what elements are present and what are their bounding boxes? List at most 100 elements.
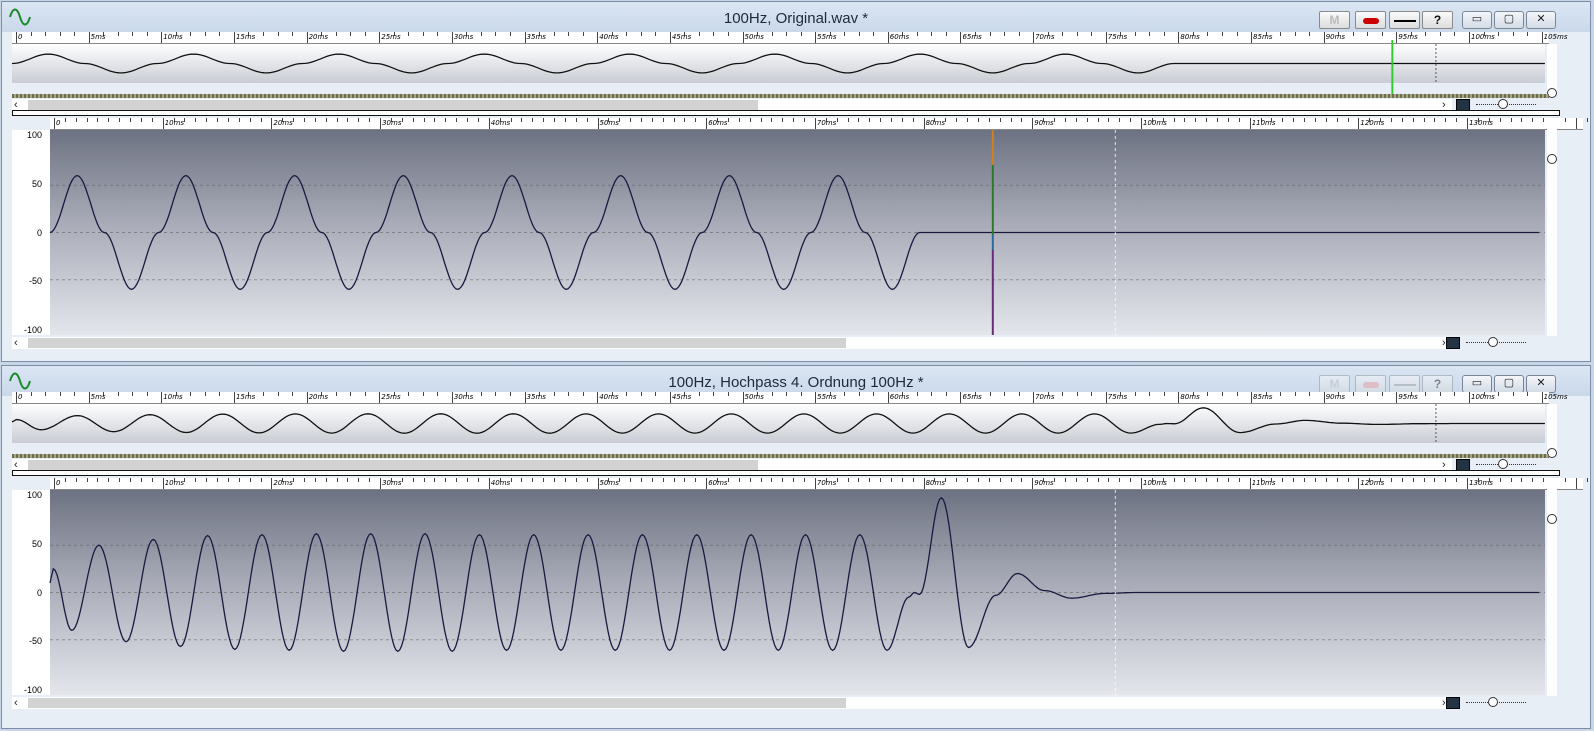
ruler-tick (630, 118, 632, 122)
minimize-button[interactable]: ▭ (1462, 375, 1492, 393)
ruler-tick (1510, 118, 1512, 122)
close-button[interactable]: ✕ (1526, 11, 1556, 29)
main-vertical-zoom[interactable] (1547, 478, 1557, 696)
ruler-tick (1425, 32, 1427, 36)
title-bar[interactable]: 100Hz, Original.wav * M ? ▭ ▢ ✕ (2, 2, 1590, 32)
main-zoom-controls[interactable] (1446, 337, 1550, 349)
overview-scroll-thumb[interactable] (28, 460, 758, 470)
waveform-window-highpass[interactable]: 100Hz, Hochpass 4. Ordnung 100Hz * M ? ▭… (1, 365, 1591, 729)
dropdown-icon[interactable] (1446, 337, 1460, 349)
marker-button[interactable]: M (1319, 11, 1350, 29)
ruler-tick (742, 32, 744, 43)
main-scroll-thumb[interactable] (28, 338, 846, 348)
ruler-tick (233, 32, 235, 43)
ruler-tick (597, 118, 599, 129)
ruler-tick (582, 392, 584, 396)
ruler-tick (760, 478, 762, 482)
ruler-tick (1294, 392, 1296, 396)
ruler-tick (467, 478, 469, 482)
main-scroll-thumb[interactable] (28, 698, 846, 708)
ruler-tick (88, 32, 90, 43)
scroll-left-icon[interactable]: ‹ (14, 337, 18, 349)
overview-waveform[interactable] (11, 40, 1545, 98)
ruler-tick (669, 392, 671, 403)
overview-vertical-zoom[interactable] (1547, 44, 1557, 98)
dropdown-icon[interactable] (1446, 697, 1460, 709)
zoom-knob-icon[interactable] (1498, 459, 1508, 469)
ruler-tick (1499, 478, 1501, 482)
ruler-label: 70ms (1035, 393, 1055, 401)
ruler-tick (651, 118, 653, 122)
ruler-tick (619, 118, 621, 122)
ruler-tick (626, 32, 628, 36)
ruler-tick (263, 32, 264, 36)
ruler-tick (1521, 118, 1523, 122)
ruler-tick (568, 32, 570, 36)
line-icon (1393, 19, 1416, 22)
ruler-tick (1293, 478, 1295, 482)
ruler-tick (422, 392, 424, 396)
ruler-tick (662, 478, 664, 482)
main-zoom-controls[interactable] (1446, 697, 1550, 709)
zoom-knob-icon[interactable] (1488, 337, 1498, 347)
main-horizontal-scrollbar[interactable]: ‹ › (12, 697, 1452, 709)
ruler-tick (1238, 478, 1240, 482)
ruler-tick (151, 118, 153, 122)
zoom-knob-icon[interactable] (1498, 99, 1508, 109)
ruler-tick (75, 118, 77, 122)
ruler-tick (1381, 392, 1383, 396)
record-button[interactable] (1355, 11, 1386, 29)
ruler-tick (814, 118, 816, 129)
restore-button[interactable]: ▢ (1494, 11, 1524, 29)
ruler-tick (64, 478, 66, 482)
record-button[interactable] (1355, 375, 1386, 393)
ruler-tick (749, 118, 751, 122)
marker-button[interactable]: M (1319, 375, 1350, 393)
main-waveform-plot[interactable] (49, 490, 1545, 695)
close-button[interactable]: ✕ (1526, 375, 1556, 393)
ruler-label: 100ms (1471, 393, 1495, 401)
ruler-tick (162, 478, 164, 489)
help-button[interactable]: ? (1422, 375, 1453, 393)
help-button[interactable]: ? (1422, 11, 1453, 29)
ruler-tick (738, 118, 740, 122)
overview-vertical-zoom[interactable] (1547, 404, 1557, 458)
waveform-window-original[interactable]: 100Hz, Original.wav * M ? ▭ ▢ ✕ 0 5ms 10ms… (1, 1, 1591, 362)
ruler-tick (314, 478, 316, 482)
pane-divider[interactable] (12, 470, 1560, 476)
ruler-tick (401, 118, 403, 122)
overview-waveform[interactable] (11, 404, 1545, 443)
ruler-tick (586, 118, 588, 122)
pane-divider[interactable] (12, 110, 1560, 116)
main-vertical-zoom[interactable] (1547, 118, 1557, 336)
ruler-tick (206, 118, 208, 122)
ruler-tick (1527, 32, 1529, 36)
ruler-label: 105ms (1543, 33, 1568, 41)
scroll-left-icon[interactable]: ‹ (14, 697, 18, 709)
ruler-label: 0 (56, 479, 61, 487)
record-icon (1362, 17, 1379, 24)
ruler-tick (74, 392, 76, 396)
ruler-tick (379, 392, 381, 403)
ruler-tick (1352, 392, 1354, 396)
zoom-knob-icon[interactable] (1488, 697, 1498, 707)
ruler-tick (146, 392, 148, 396)
ruler-tick (988, 118, 990, 122)
restore-button[interactable]: ▢ (1494, 375, 1524, 393)
ruler-tick (1075, 118, 1077, 122)
ruler-tick (1586, 118, 1588, 122)
minimize-button[interactable]: ▭ (1462, 11, 1492, 29)
ruler-tick (325, 478, 327, 482)
main-horizontal-scrollbar[interactable]: ‹ › (12, 337, 1452, 349)
overview-scroll-thumb[interactable] (28, 100, 758, 110)
ruler-tick (227, 478, 229, 482)
ruler-tick (195, 478, 197, 482)
line-style-button[interactable] (1389, 375, 1420, 393)
ruler-tick (437, 32, 439, 36)
ruler-tick (887, 32, 889, 43)
main-waveform-plot[interactable] (49, 130, 1545, 335)
ruler-tick (931, 392, 933, 396)
ruler-tick (86, 478, 88, 482)
ruler-tick (54, 478, 55, 489)
line-style-button[interactable] (1389, 11, 1420, 29)
